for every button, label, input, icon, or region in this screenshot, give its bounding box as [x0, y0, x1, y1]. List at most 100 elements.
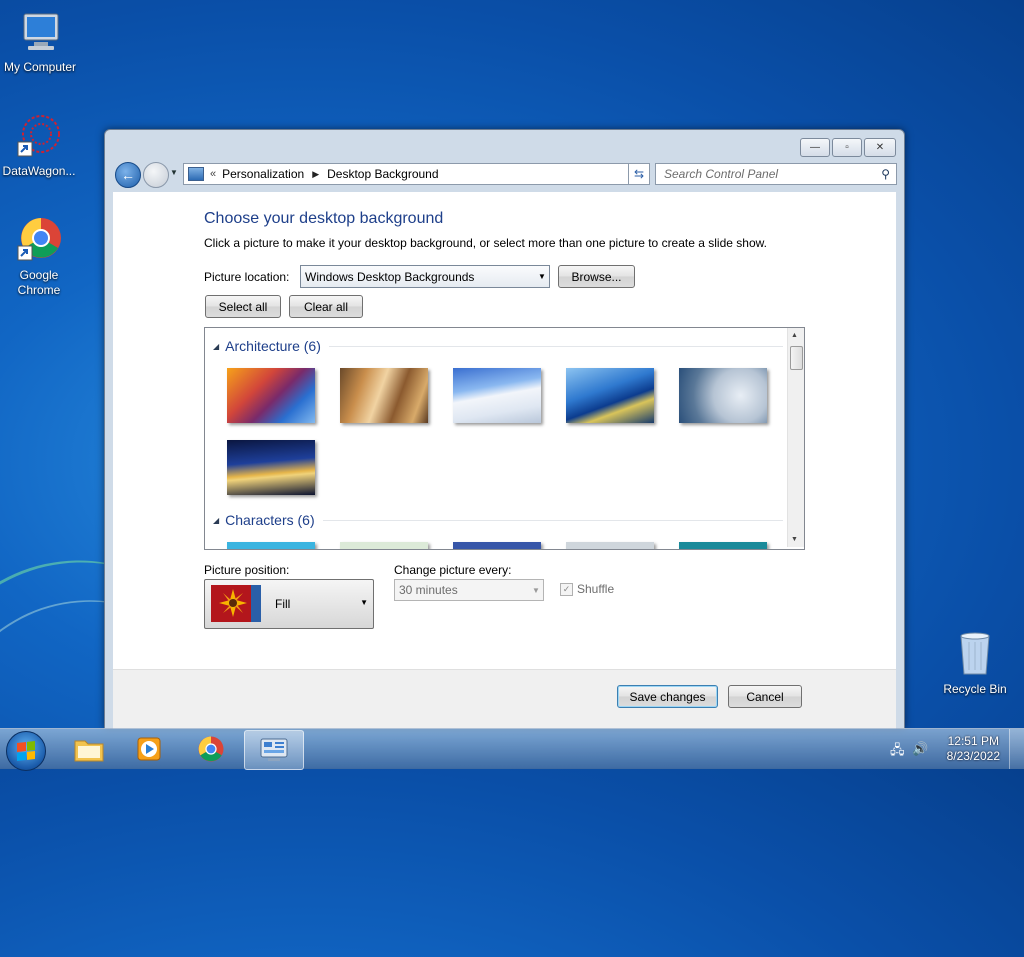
clock-date: 8/23/2022 [946, 749, 1000, 763]
shuffle-option[interactable]: ✓ Shuffle [560, 582, 614, 596]
browse-button[interactable]: Browse... [558, 265, 635, 288]
shuffle-checkbox[interactable]: ✓ [560, 582, 573, 596]
save-changes-button[interactable]: Save changes [617, 685, 718, 708]
picture-position-value: Fill [275, 597, 291, 611]
close-button[interactable]: ✕ [864, 138, 896, 157]
computer-icon [16, 8, 64, 56]
control-panel-icon [260, 738, 288, 761]
taskbar-chrome[interactable] [182, 730, 240, 768]
chrome-icon [15, 216, 63, 264]
group-name: Architecture (6) [225, 338, 321, 354]
desktop-icon-label: My Computer [3, 60, 77, 74]
change-picture-every-select[interactable]: 30 minutes ▼ [394, 579, 544, 601]
wallpaper-thumbnail[interactable] [340, 368, 428, 423]
maximize-button[interactable]: ▫ [832, 138, 862, 157]
wallpaper-thumbnail[interactable] [227, 542, 315, 549]
picture-location-label: Picture location: [204, 270, 290, 284]
group-header-architecture[interactable]: ◢ Architecture (6) [213, 338, 783, 354]
picture-location-value: Windows Desktop Backgrounds [305, 269, 475, 284]
collapse-triangle-icon[interactable]: ◢ [213, 342, 219, 351]
navigation-bar: ← ▼ « Personalization ▶ Desktop Backgrou… [113, 160, 897, 188]
control-panel-icon [188, 167, 204, 181]
wallpaper-thumbnail[interactable] [679, 542, 767, 549]
picture-position-preview [211, 585, 261, 622]
chrome-icon [198, 736, 224, 762]
gallery-scrollbar[interactable]: ▲ ▼ [787, 328, 804, 547]
start-button[interactable] [6, 731, 46, 771]
volume-icon[interactable]: 🔊 [912, 741, 928, 757]
page-title: Choose your desktop background [204, 210, 444, 227]
breadcrumb-personalization[interactable]: Personalization [222, 167, 304, 181]
wallpaper-gallery: ◢ Architecture (6) ◢ Characters (6) ▲ ▼ [204, 327, 805, 550]
recent-pages-dropdown-icon[interactable]: ▼ [170, 168, 178, 177]
collapse-triangle-icon[interactable]: ◢ [213, 516, 219, 525]
search-icon[interactable]: ⚲ [881, 167, 890, 181]
window-controls: — ▫ ✕ [800, 138, 896, 157]
content-area: Choose your desktop background Click a p… [113, 192, 896, 729]
desktop-icon-label: Recycle Bin [943, 682, 1007, 696]
page-description: Click a picture to make it your desktop … [204, 236, 767, 250]
breadcrumb-separator-icon[interactable]: ▶ [312, 169, 319, 180]
windows-logo-icon [17, 741, 35, 761]
forward-button[interactable] [143, 162, 169, 188]
wallpaper-thumbnail[interactable] [566, 542, 654, 549]
change-picture-every-value: 30 minutes [399, 583, 458, 597]
network-icon[interactable]: 🖧 [890, 741, 905, 763]
change-picture-every-label: Change picture every: [394, 563, 512, 577]
taskbar: 🖧 🔊 12:51 PM 8/23/2022 [0, 728, 1024, 771]
control-panel-window: — ▫ ✕ ← ▼ « Personalization ▶ Desktop Ba… [104, 129, 905, 729]
wallpaper-thumbnail[interactable] [679, 368, 767, 423]
shuffle-label: Shuffle [577, 582, 615, 596]
breadcrumb-desktop-background[interactable]: Desktop Background [327, 167, 438, 181]
desktop-icon-my-computer[interactable]: My Computer [0, 8, 80, 75]
folder-icon [74, 740, 104, 762]
select-all-button[interactable]: Select all [205, 295, 281, 318]
chevron-down-icon: ▼ [532, 585, 540, 595]
chevron-down-icon: ▼ [360, 598, 368, 607]
picture-location-select[interactable]: Windows Desktop Backgrounds ▼ [300, 265, 550, 288]
refresh-icon: ⇆ [633, 167, 645, 181]
desktop-icon-label: DataWagon... [2, 164, 76, 178]
picture-position-label: Picture position: [204, 563, 290, 577]
system-tray: 🖧 🔊 12:51 PM 8/23/2022 [874, 729, 1024, 769]
desktop-icon-recycle-bin[interactable]: Recycle Bin [935, 630, 1015, 697]
scroll-up-icon[interactable]: ▲ [791, 332, 798, 339]
wallpaper-thumbnail[interactable] [227, 368, 315, 423]
group-header-characters[interactable]: ◢ Characters (6) [213, 512, 783, 528]
group-divider [328, 345, 783, 347]
wallpaper-thumbnail[interactable] [453, 542, 541, 549]
datawagon-icon [15, 112, 63, 160]
group-name: Characters (6) [225, 512, 315, 528]
media-player-icon [137, 737, 161, 761]
picture-position-select[interactable]: Fill ▼ [204, 579, 374, 629]
wallpaper-thumbnail[interactable] [453, 368, 541, 423]
dialog-footer: Save changes Cancel [113, 669, 896, 729]
recycle-bin-icon [951, 630, 999, 678]
cancel-button[interactable]: Cancel [728, 685, 802, 708]
refresh-button[interactable]: ⇆ [628, 163, 650, 185]
address-overflow-chevron[interactable]: « [210, 168, 216, 180]
group-divider [322, 519, 783, 521]
address-bar[interactable]: « Personalization ▶ Desktop Background ▼ [183, 163, 646, 185]
taskbar-explorer[interactable] [60, 730, 118, 768]
clear-all-button[interactable]: Clear all [289, 295, 363, 318]
search-input[interactable]: Search Control Panel [664, 167, 881, 181]
desktop-icon-datawagon[interactable]: DataWagon... [0, 112, 79, 179]
chevron-down-icon: ▼ [538, 272, 546, 281]
back-arrow-icon: ← [121, 167, 135, 183]
wallpaper-thumbnail[interactable] [340, 542, 428, 549]
taskbar-media-player[interactable] [120, 730, 178, 768]
minimize-button[interactable]: — [800, 138, 830, 157]
search-box[interactable]: Search Control Panel ⚲ [655, 163, 897, 185]
clock-time: 12:51 PM [947, 734, 999, 748]
scrollbar-thumb[interactable] [790, 346, 803, 370]
clock[interactable]: 12:51 PM 8/23/2022 [947, 734, 1000, 764]
scroll-down-icon[interactable]: ▼ [791, 536, 798, 543]
taskbar-control-panel[interactable] [244, 730, 304, 770]
desktop-icon-google-chrome[interactable]: Google Chrome [0, 216, 79, 298]
wallpaper-thumbnail[interactable] [566, 368, 654, 423]
desktop-icon-label: Google Chrome [17, 268, 61, 297]
show-desktop-button[interactable] [1009, 729, 1024, 769]
wallpaper-thumbnail[interactable] [227, 440, 315, 495]
back-button[interactable]: ← [115, 162, 141, 188]
